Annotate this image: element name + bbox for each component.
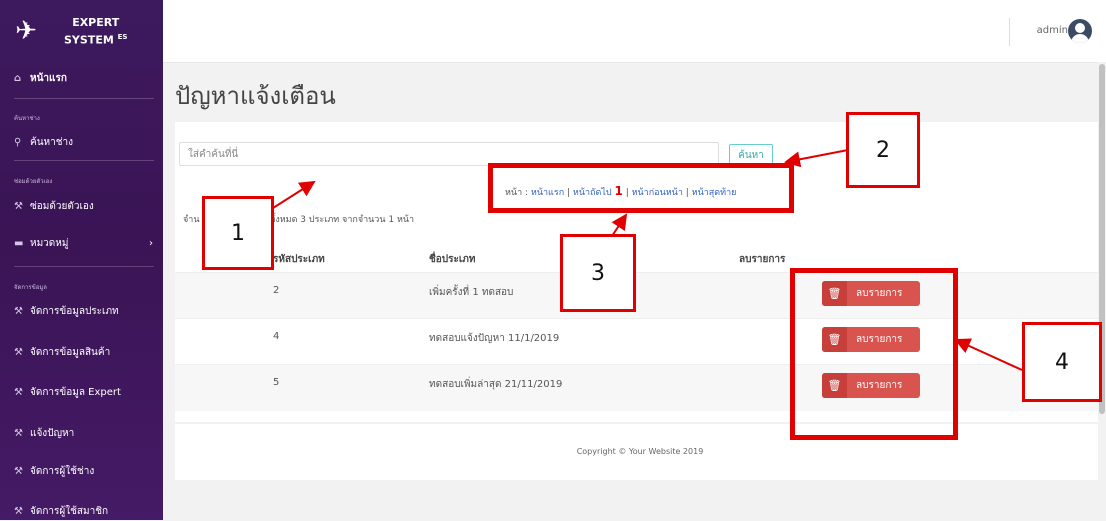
- annotation-label-1: 1: [202, 196, 274, 270]
- annotation-label-4: 4: [1022, 322, 1102, 402]
- annotation-label-2: 2: [846, 112, 920, 188]
- annotation-arrows: [261, 149, 1023, 371]
- annotation-label-3: 3: [560, 234, 636, 312]
